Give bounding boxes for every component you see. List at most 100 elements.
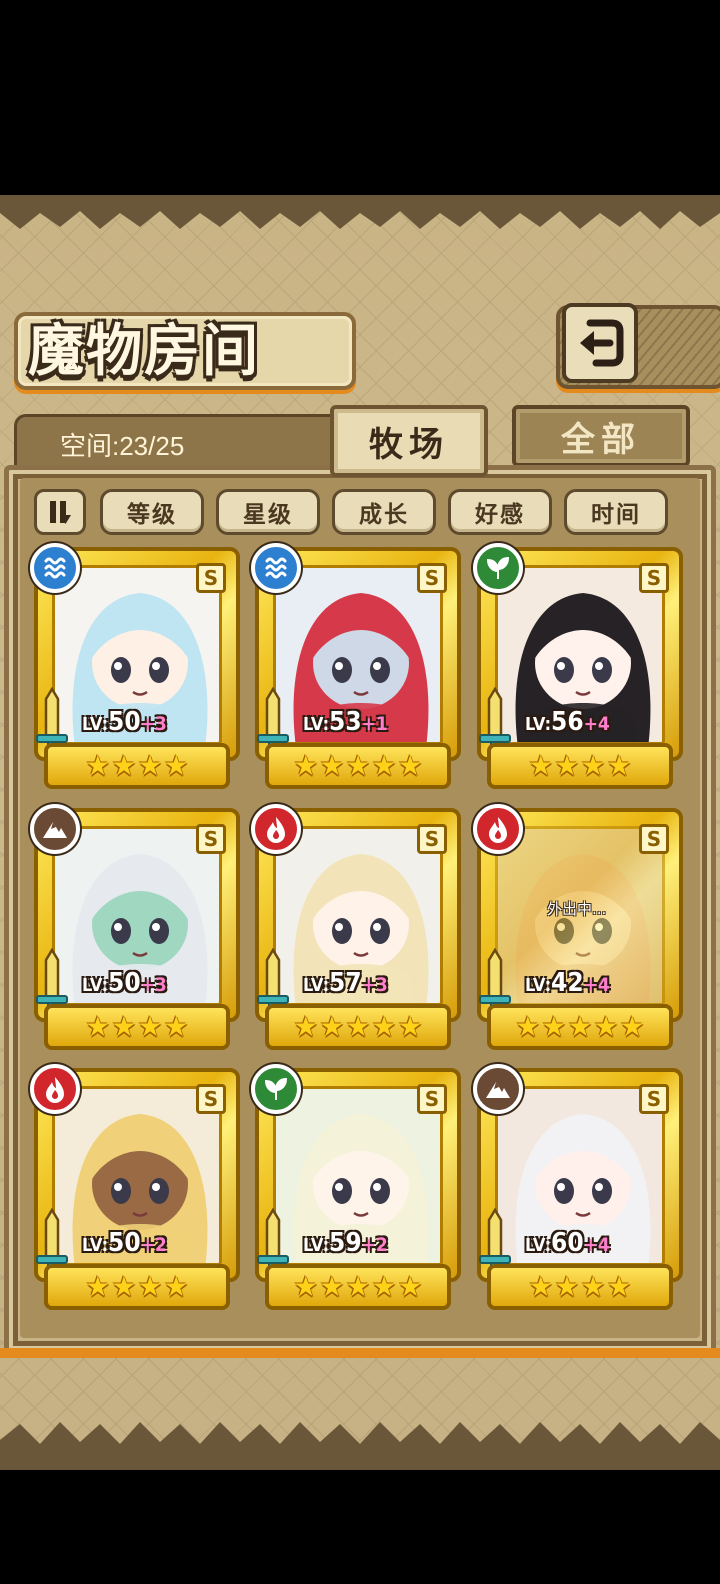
- monster-card[interactable]: S LV:53+1 ★ ★ ★ ★ ★: [251, 543, 461, 789]
- level-label: LV:50+3: [82, 707, 167, 737]
- level-prefix: LV:: [525, 975, 552, 996]
- earth-element-icon: [473, 1064, 523, 1114]
- star-icon: ★: [85, 1270, 111, 1303]
- fire-element-icon: [30, 1064, 80, 1114]
- star-icon: ★: [85, 1010, 111, 1043]
- star-icon: ★: [111, 749, 137, 782]
- star-rating: ★ ★ ★ ★ ★: [265, 743, 451, 789]
- star-icon: ★: [293, 1270, 319, 1303]
- star-icon: ★: [371, 1270, 397, 1303]
- level-value: 50: [108, 1228, 141, 1258]
- level-label: LV:59+2: [303, 1228, 388, 1258]
- level-label: LV:57+3: [303, 968, 388, 998]
- level-bonus: +3: [140, 713, 167, 735]
- sort-by-level-button[interactable]: 等级: [100, 489, 204, 535]
- star-rating: ★ ★ ★ ★ ★: [487, 1004, 673, 1050]
- star-icon: ★: [567, 1010, 593, 1043]
- rank-badge: S: [196, 563, 226, 593]
- star-rating: ★ ★ ★ ★ ★: [265, 1004, 451, 1050]
- star-icon: ★: [580, 1270, 606, 1303]
- star-icon: ★: [137, 749, 163, 782]
- star-icon: ★: [85, 749, 111, 782]
- torn-edge-bottom: [0, 1422, 720, 1470]
- level-bonus: +4: [583, 974, 610, 996]
- star-icon: ★: [619, 1010, 645, 1043]
- sort-by-star-button[interactable]: 星级: [216, 489, 320, 535]
- level-bonus: +4: [583, 713, 610, 735]
- level-prefix: LV:: [82, 975, 109, 996]
- away-status-label: 外出中...: [547, 900, 607, 918]
- frame-accent-strip: [0, 1348, 720, 1358]
- star-icon: ★: [345, 749, 371, 782]
- sort-order-toggle[interactable]: [34, 489, 86, 535]
- star-icon: ★: [397, 749, 423, 782]
- star-rating: ★ ★ ★ ★ ★: [265, 1264, 451, 1310]
- monster-card[interactable]: S LV:56+4 ★ ★ ★ ★: [473, 543, 683, 789]
- star-rating: ★ ★ ★ ★: [44, 1004, 230, 1050]
- star-rating: ★ ★ ★ ★: [44, 743, 230, 789]
- star-icon: ★: [397, 1270, 423, 1303]
- level-prefix: LV:: [303, 1235, 330, 1256]
- monster-card[interactable]: S LV:60+4 ★ ★ ★ ★: [473, 1064, 683, 1310]
- level-label: LV:50+2: [82, 1228, 167, 1258]
- star-rating: ★ ★ ★ ★: [487, 743, 673, 789]
- star-icon: ★: [397, 1010, 423, 1043]
- level-bonus: +4: [583, 1234, 610, 1256]
- level-value: 60: [551, 1228, 584, 1258]
- monster-card[interactable]: S LV:42+4 ★ ★ ★ ★ ★ 外出中...: [473, 804, 683, 1050]
- level-prefix: LV:: [525, 714, 552, 735]
- level-bonus: +3: [361, 974, 388, 996]
- page-title: 魔物房间: [28, 318, 260, 384]
- back-button[interactable]: [562, 303, 638, 383]
- sort-by-time-button[interactable]: 时间: [564, 489, 668, 535]
- fire-element-icon: [473, 804, 523, 854]
- wood-element-icon: [473, 543, 523, 593]
- rank-badge: S: [639, 1084, 669, 1114]
- star-icon: ★: [293, 749, 319, 782]
- level-bonus: +2: [140, 1234, 167, 1256]
- level-prefix: LV:: [525, 1235, 552, 1256]
- star-icon: ★: [319, 1010, 345, 1043]
- sort-direction-icon: [50, 501, 71, 524]
- water-element-icon: [251, 543, 301, 593]
- tab-ranch[interactable]: 牧场: [330, 405, 488, 477]
- level-value: 50: [108, 968, 141, 998]
- fire-element-icon: [251, 804, 301, 854]
- level-prefix: LV:: [303, 975, 330, 996]
- tab-all[interactable]: 全部: [512, 405, 690, 467]
- star-icon: ★: [137, 1010, 163, 1043]
- star-icon: ★: [606, 1270, 632, 1303]
- earth-element-icon: [30, 804, 80, 854]
- level-bonus: +3: [140, 974, 167, 996]
- star-icon: ★: [319, 1270, 345, 1303]
- star-icon: ★: [163, 1010, 189, 1043]
- monster-card[interactable]: S LV:50+3 ★ ★ ★ ★: [30, 543, 240, 789]
- star-icon: ★: [541, 1010, 567, 1043]
- monster-card[interactable]: S LV:59+2 ★ ★ ★ ★ ★: [251, 1064, 461, 1310]
- level-label: LV:56+4: [525, 707, 610, 737]
- star-icon: ★: [515, 1010, 541, 1043]
- star-icon: ★: [137, 1270, 163, 1303]
- star-icon: ★: [528, 1270, 554, 1303]
- monster-card[interactable]: S LV:57+3 ★ ★ ★ ★ ★: [251, 804, 461, 1050]
- monster-card[interactable]: S LV:50+3 ★ ★ ★ ★: [30, 804, 240, 1050]
- star-icon: ★: [593, 1010, 619, 1043]
- rank-badge: S: [639, 824, 669, 854]
- star-icon: ★: [319, 749, 345, 782]
- level-value: 57: [329, 968, 362, 998]
- monster-card[interactable]: S LV:50+2 ★ ★ ★ ★: [30, 1064, 240, 1310]
- level-label: LV:50+3: [82, 968, 167, 998]
- sort-by-affection-button[interactable]: 好感: [448, 489, 552, 535]
- star-icon: ★: [606, 749, 632, 782]
- star-icon: ★: [163, 749, 189, 782]
- star-icon: ★: [345, 1270, 371, 1303]
- star-icon: ★: [293, 1010, 319, 1043]
- star-icon: ★: [111, 1270, 137, 1303]
- level-value: 56: [551, 707, 584, 737]
- sort-by-growth-button[interactable]: 成长: [332, 489, 436, 535]
- water-element-icon: [30, 543, 80, 593]
- star-icon: ★: [163, 1270, 189, 1303]
- level-value: 53: [329, 707, 362, 737]
- star-icon: ★: [345, 1010, 371, 1043]
- torn-edge-top: [0, 195, 720, 229]
